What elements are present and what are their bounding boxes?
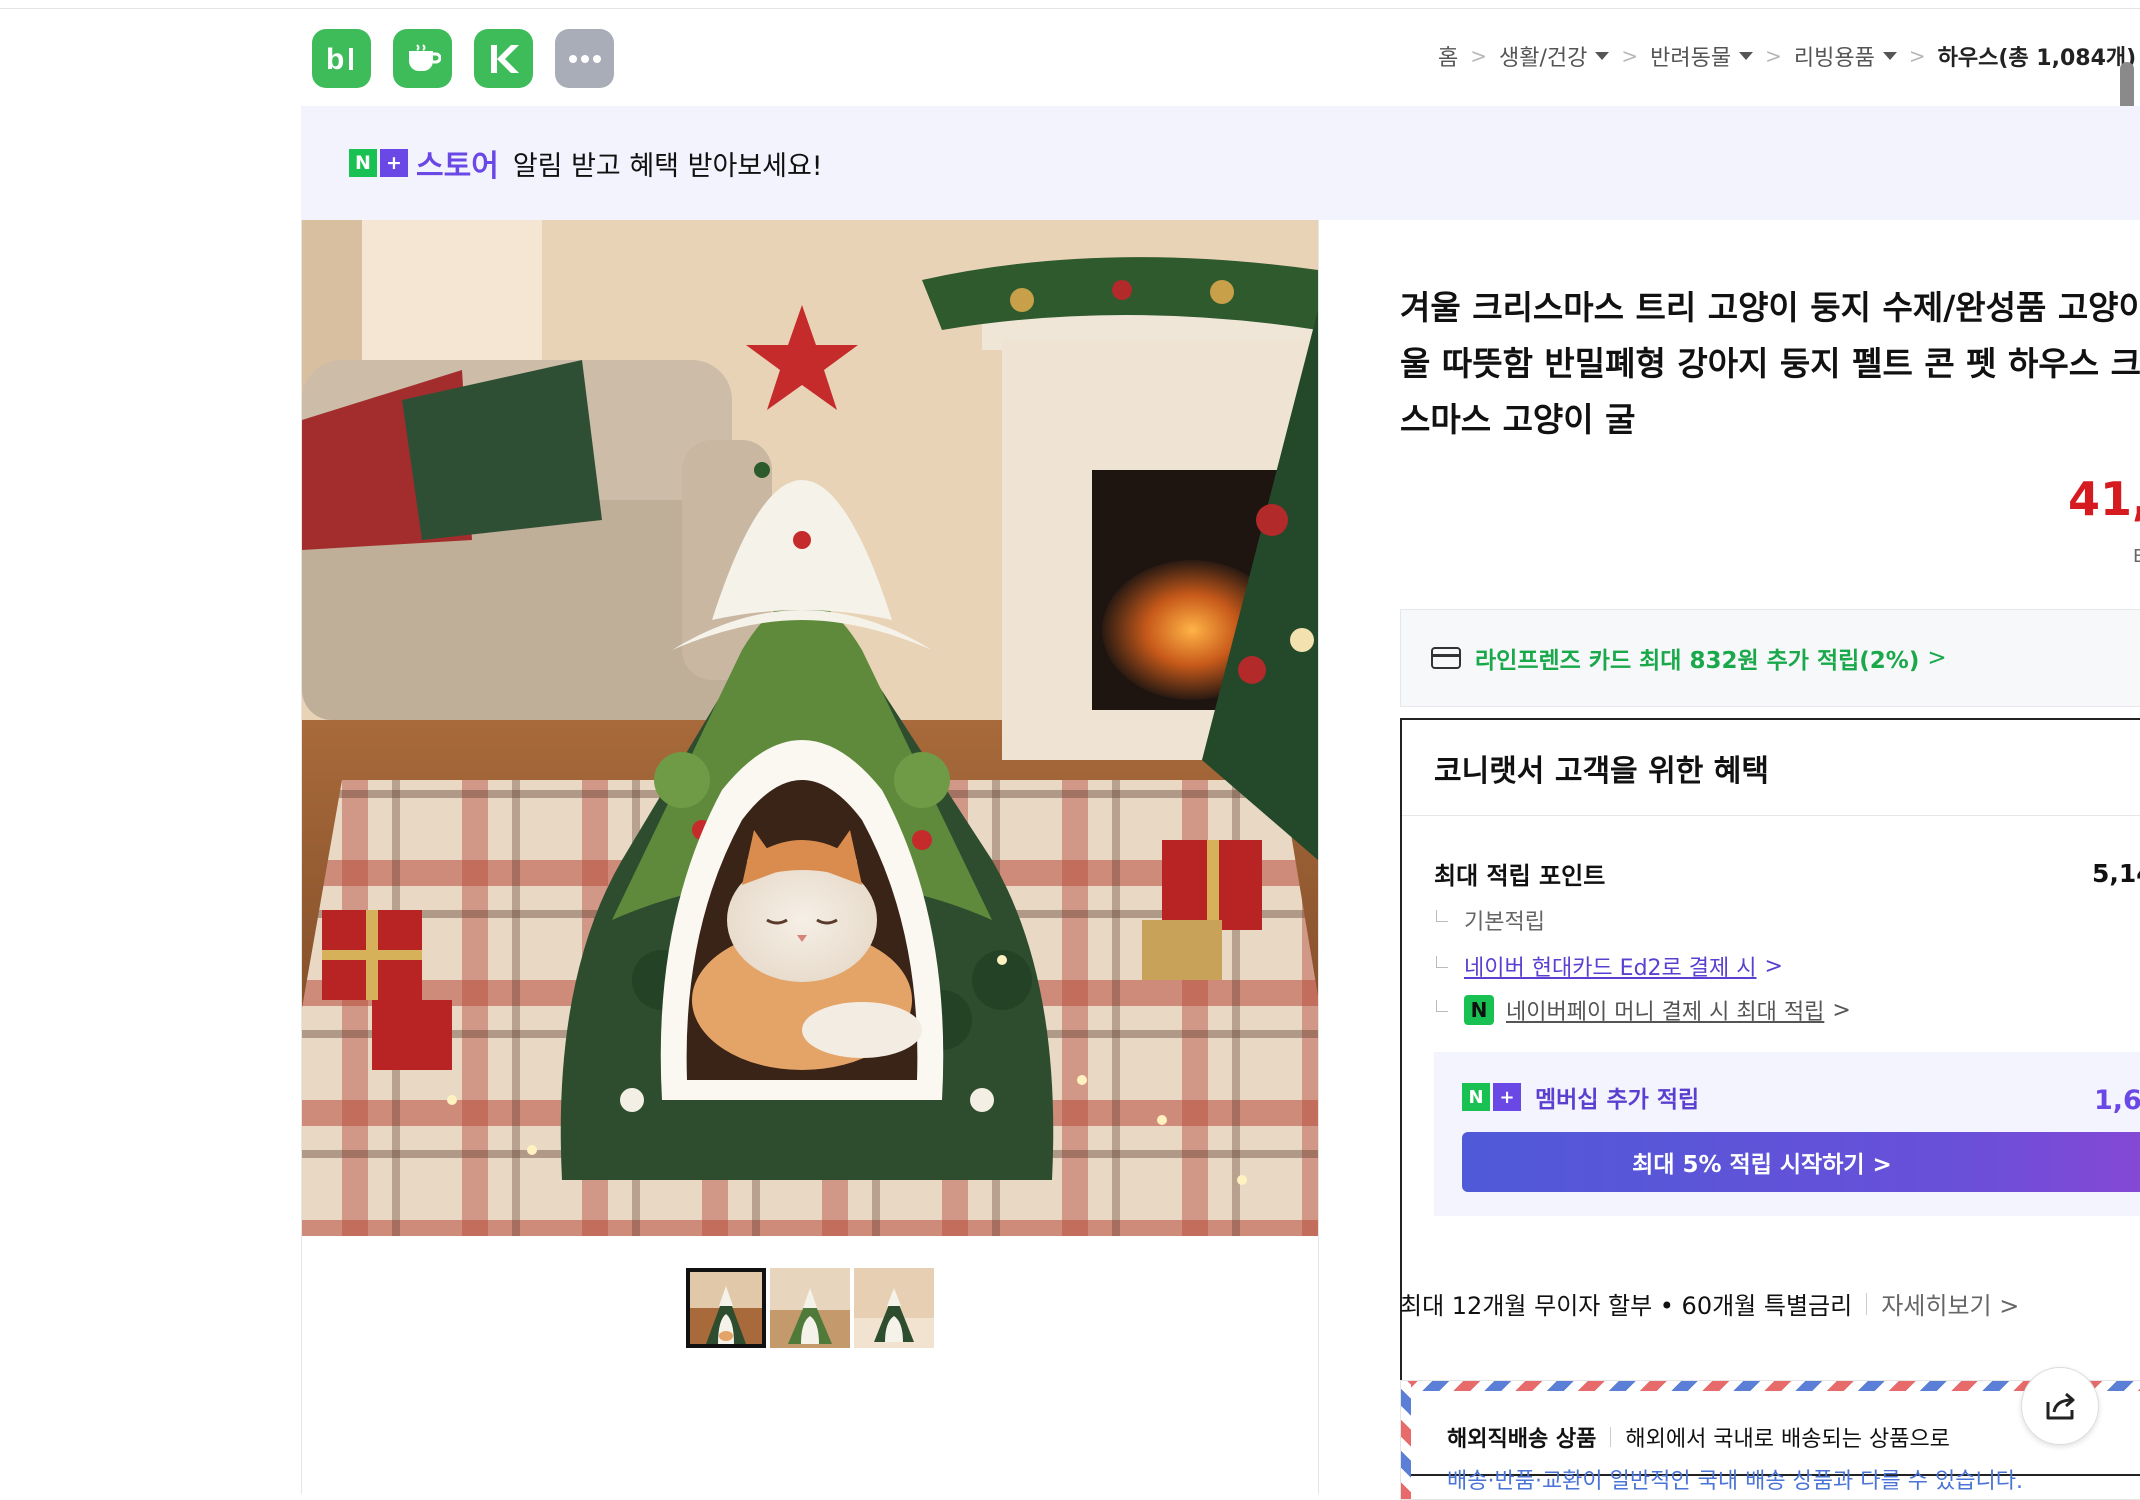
- product-price: 41,000: [2068, 472, 2140, 526]
- credit-card-icon: [1431, 647, 1461, 669]
- divider: [1866, 1292, 1868, 1315]
- naver-plus-logo: N +: [1462, 1083, 1521, 1111]
- thumbnail-2[interactable]: [770, 1268, 850, 1348]
- store-label: 스토어: [416, 149, 499, 184]
- chevron-right-icon: >: [1927, 645, 1947, 671]
- breadcrumb: 홈 > 생활/건강 > 반려동물 > 리빙용품 > 하우스(총 1,084개): [1438, 40, 2136, 72]
- tree-branch-icon: [1436, 910, 1448, 922]
- membership-section: N + 멤버십 추가 적립 1,640원 최대 5% 적립 시작하기 >: [1434, 1052, 2140, 1216]
- npay-money-row[interactable]: N 네이버페이 머니 결제 시 최대 적립 >: [1436, 994, 1851, 1026]
- breadcrumb-separator: >: [1621, 44, 1639, 68]
- installment-info: 최대 12개월 무이자 할부 • 60개월 특별금리 자세히보기 >: [1400, 1286, 2019, 1321]
- overseas-note: 배송·반품·교환이 일반적인 국내 배송 상품과 다를 수 있습니다.: [1447, 1469, 2023, 1494]
- benefit-heading: 코니랫서 고객을 위한 혜택: [1402, 720, 2140, 816]
- svg-text:b: b: [326, 43, 344, 76]
- membership-row: N + 멤버십 추가 적립: [1462, 1080, 1699, 1114]
- overseas-desc: 해외에서 국내로 배송되는 상품으로: [1625, 1427, 1950, 1452]
- naver-plus-logo: N +: [349, 149, 408, 177]
- customer-benefit-box: 코니랫서 고객을 위한 혜택 최대 적립 포인트 5,140원 기본적립 네이버…: [1400, 718, 2140, 1476]
- start-membership-button[interactable]: 최대 5% 적립 시작하기 >: [1462, 1132, 2140, 1192]
- max-points-label: 최대 적립 포인트: [1434, 862, 1606, 890]
- breadcrumb-separator: >: [1765, 44, 1782, 68]
- cafe-icon[interactable]: [393, 29, 452, 88]
- airmail-border-left: [1401, 1381, 1411, 1499]
- product-title: 겨울 크리스마스 트리 고양이 둥지 수제/완성품 고양이 겨울 따뜻함 반밀폐…: [1400, 288, 2140, 439]
- share-button[interactable]: [2021, 1367, 2099, 1445]
- breadcrumb-pets[interactable]: 반려동물: [1650, 40, 1754, 72]
- blog-icon[interactable]: b: [312, 29, 371, 88]
- overseas-title-row: 해외직배송 상품 해외에서 국내로 배송되는 상품으로: [1447, 1421, 1950, 1453]
- npay-icon: N: [1464, 995, 1494, 1025]
- more-icon[interactable]: [555, 29, 614, 88]
- banner-message: 알림 받고 혜택 받아보세요!: [512, 150, 823, 182]
- price-note: B: [2133, 546, 2140, 567]
- thumbnail-strip: [686, 1268, 934, 1348]
- hyundai-card-row[interactable]: 네이버 현대카드 Ed2로 결제 시 >: [1436, 950, 1783, 982]
- breadcrumb-separator: >: [1470, 44, 1488, 68]
- membership-label: 멤버십 추가 적립: [1535, 1087, 1700, 1113]
- tree-branch-icon: [1436, 1000, 1448, 1012]
- chevron-right-icon: >: [1832, 997, 1851, 1023]
- app-icon-bar: b: [312, 29, 614, 88]
- breadcrumb-separator: >: [1908, 44, 1926, 68]
- breadcrumb-home[interactable]: 홈: [1438, 40, 1458, 72]
- breadcrumb-living-goods[interactable]: 리빙용품: [1794, 40, 1897, 72]
- thumbnail-1[interactable]: [686, 1268, 766, 1348]
- divider: [1610, 1427, 1612, 1447]
- npay-money-link[interactable]: 네이버페이 머니 결제 시 최대 적립: [1506, 994, 1824, 1026]
- store-alert-banner[interactable]: N + 스토어 알림 받고 혜택 받아보세요!: [301, 106, 2140, 220]
- installment-text: 최대 12개월 무이자 할부 • 60개월 특별금리: [1400, 1292, 1853, 1320]
- breadcrumb-living-health[interactable]: 생활/건강: [1499, 40, 1610, 72]
- share-icon: [2046, 1392, 2075, 1420]
- product-main-image[interactable]: [302, 220, 1318, 1236]
- overseas-title: 해외직배송 상품: [1447, 1427, 1597, 1452]
- product-image-area: [301, 220, 1319, 1494]
- top-divider: [0, 0, 2140, 9]
- hyundai-card-link[interactable]: 네이버 현대카드 Ed2로 결제 시: [1464, 950, 1756, 982]
- max-points-value: 5,140원: [2092, 859, 2140, 888]
- breadcrumb-current: 하우스(총 1,084개): [1937, 46, 2137, 71]
- card-benefit-link[interactable]: 라인프렌즈 카드 최대 832원 추가 적립(2%) >: [1400, 609, 2140, 707]
- bookmark-k-icon[interactable]: [474, 29, 533, 88]
- caret-down-icon: [1739, 52, 1754, 60]
- tree-branch-icon: [1436, 956, 1448, 968]
- thumbnail-3[interactable]: [854, 1268, 934, 1348]
- installment-details-link[interactable]: 자세히보기 >: [1881, 1286, 2019, 1321]
- chevron-right-icon: >: [1764, 953, 1783, 979]
- basic-points-row: 기본적립: [1436, 904, 1545, 936]
- caret-down-icon: [1882, 52, 1897, 60]
- caret-down-icon: [1595, 52, 1610, 60]
- membership-value: 1,640원: [2094, 1085, 2140, 1116]
- card-benefit-text: 라인프렌즈 카드 최대 832원 추가 적립(2%): [1475, 648, 1920, 674]
